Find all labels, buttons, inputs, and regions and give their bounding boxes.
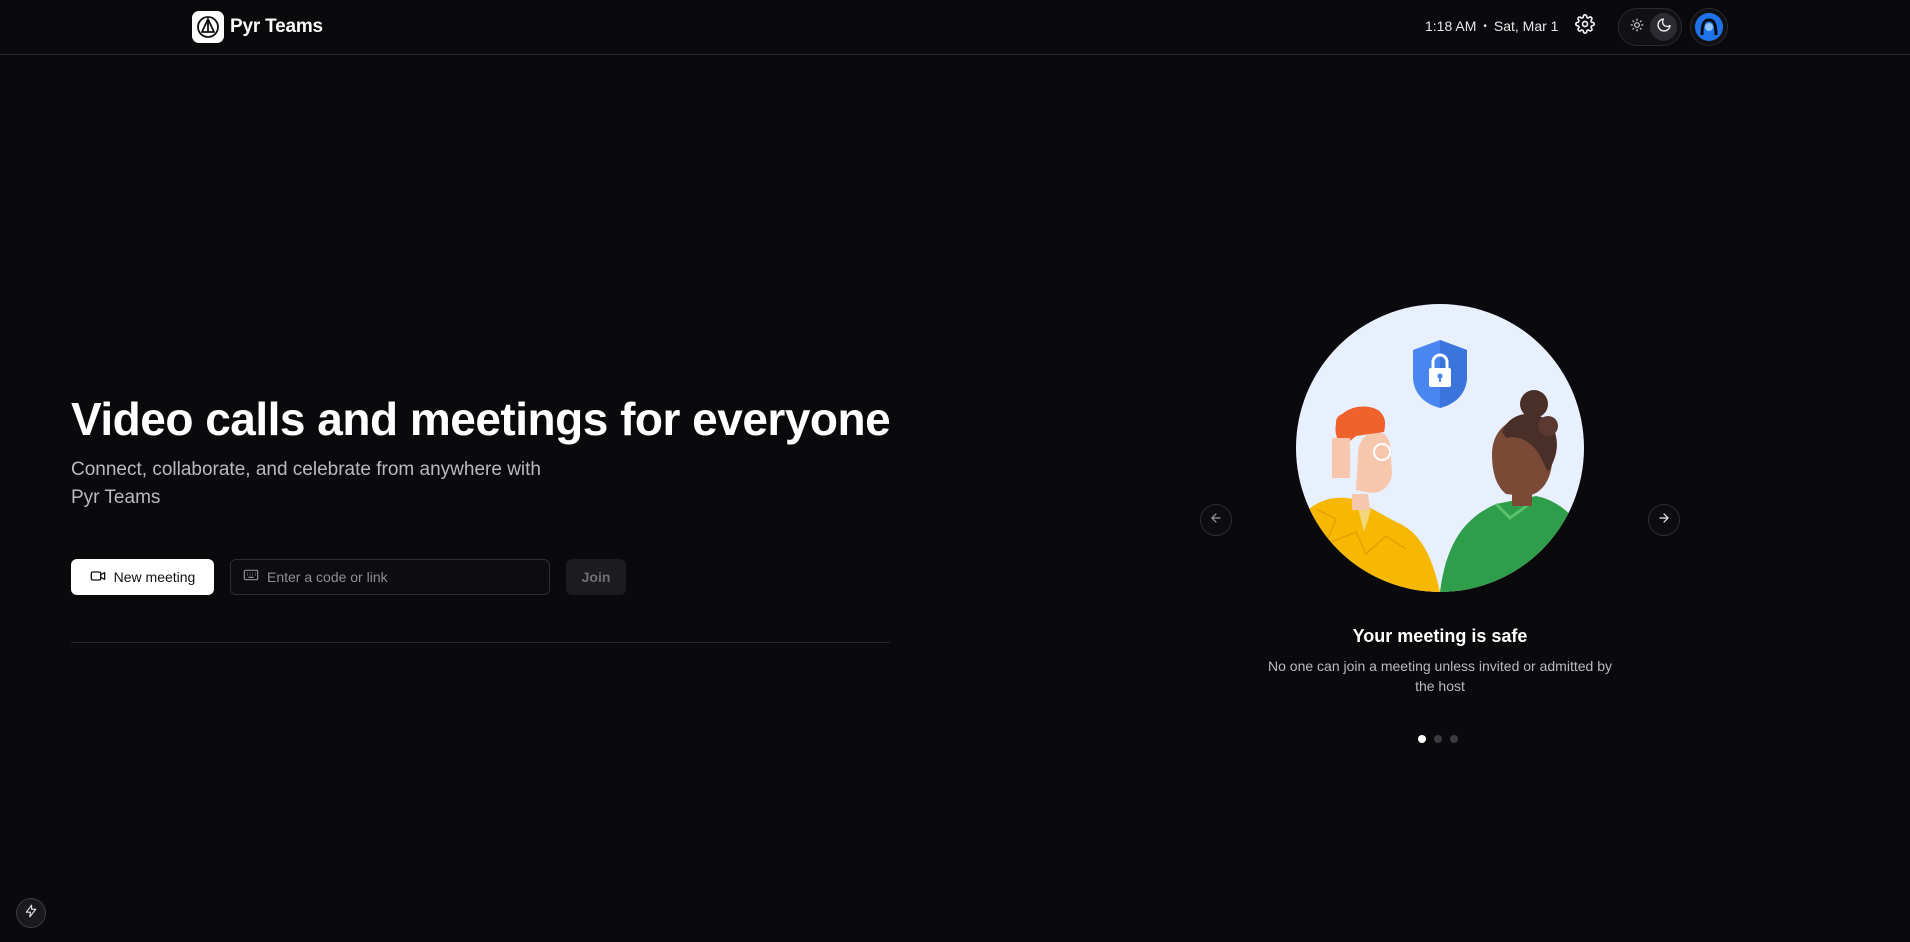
- slide-description: No one can join a meeting unless invited…: [1268, 658, 1612, 694]
- clock-readout: 1:18 AM • Sat, Mar 1: [1425, 18, 1558, 34]
- light-theme-button[interactable]: [1623, 13, 1650, 41]
- user-avatar-icon: [1695, 13, 1723, 41]
- settings-button[interactable]: [1573, 13, 1597, 39]
- meeting-code-input[interactable]: [267, 569, 549, 585]
- hero-divider: [71, 642, 890, 643]
- arrow-right-icon: [1657, 511, 1671, 530]
- keyboard-icon: [243, 567, 259, 588]
- carousel-dots: [1418, 735, 1458, 743]
- top-header: Pyr Teams 1:18 AM • Sat, Mar 1: [0, 0, 1910, 55]
- join-button[interactable]: Join: [566, 559, 626, 595]
- sun-icon: [1630, 18, 1644, 37]
- video-camera-icon: [90, 568, 106, 587]
- account-button[interactable]: [1690, 8, 1728, 46]
- meeting-code-field: [230, 559, 550, 595]
- carousel-prev-button[interactable]: [1200, 504, 1232, 536]
- brand-home-link[interactable]: Pyr Teams: [192, 11, 323, 43]
- carousel-dot[interactable]: [1418, 735, 1426, 743]
- slide-title: Your meeting is safe: [1352, 626, 1528, 646]
- brand-name: Pyr Teams: [230, 16, 323, 37]
- new-meeting-label: New meeting: [113, 569, 196, 585]
- carousel-next-button[interactable]: [1648, 504, 1680, 536]
- quick-actions-button[interactable]: [16, 898, 46, 928]
- meeting-safety-illustration: [1296, 304, 1584, 592]
- dark-theme-button[interactable]: [1650, 13, 1677, 41]
- hero-subtitle: Connect, collaborate, and celebrate from…: [71, 459, 541, 508]
- carousel-dot[interactable]: [1434, 735, 1442, 743]
- time-date-separator: •: [1483, 20, 1487, 32]
- arrow-left-icon: [1209, 511, 1223, 530]
- lightning-bolt-icon: [24, 904, 38, 923]
- new-meeting-button[interactable]: New meeting: [71, 559, 214, 595]
- hero-title: Video calls and meetings for everyone: [71, 393, 891, 445]
- pyr-logo-icon: [192, 11, 224, 43]
- theme-toggle: [1618, 8, 1682, 46]
- carousel-dot[interactable]: [1450, 735, 1458, 743]
- current-time: 1:18 AM: [1425, 18, 1477, 34]
- current-date: Sat, Mar 1: [1493, 18, 1559, 34]
- moon-icon: [1656, 17, 1672, 38]
- gear-icon: [1575, 13, 1595, 39]
